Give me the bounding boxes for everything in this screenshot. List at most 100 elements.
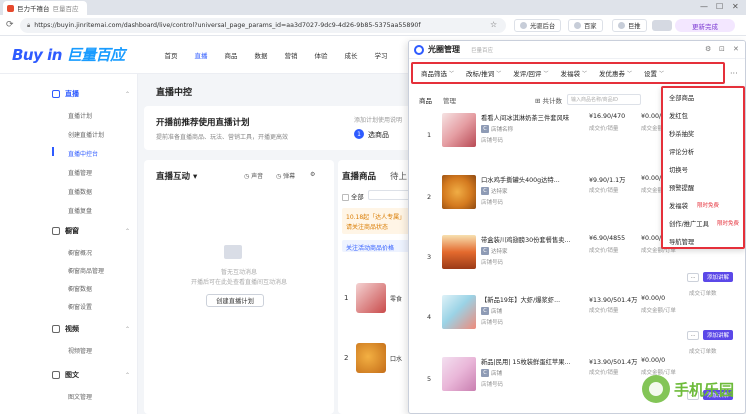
sidebar-item-live-manage[interactable]: 直播管理 — [68, 168, 92, 177]
menu-edit-words[interactable]: 改标/推词 ﹀ — [462, 66, 506, 80]
menu-fudai[interactable]: 发福袋 ﹀ — [556, 66, 592, 80]
topnav-item-goods[interactable]: 商品 — [216, 50, 246, 60]
settings-icon[interactable]: ⚙ — [705, 45, 711, 53]
video-icon — [52, 325, 60, 333]
tab-title: 巨力千禧台 — [17, 5, 50, 13]
chevron-down-icon: ﹀ — [626, 70, 632, 77]
row-more-button[interactable]: ... — [687, 273, 699, 282]
extension-icon — [618, 22, 625, 29]
empty-state-hint: 开播后可在此处查看直播间互动消息 — [190, 279, 287, 286]
danmu-toggle[interactable]: ◷ 弹幕 — [276, 171, 295, 180]
goods-card: 直播商品 待上 全部 10.18起「达人专属」 请关注商品状态 关注活动商品价格… — [338, 160, 418, 414]
topnav-item-experience[interactable]: 体验 — [306, 50, 336, 60]
sidebar-item-create-plan[interactable]: 创建直播计划 — [68, 130, 104, 139]
dropdown-option[interactable]: 发福袋 — [669, 201, 688, 210]
sound-toggle[interactable]: ◷ 声音 — [244, 171, 263, 180]
topnav-item-learn[interactable]: 学习 — [366, 50, 396, 60]
product-row[interactable]: 3 带盒装川鸡翅膀30份套餐售卖... C 达特家 店铺号码 ¥6.90/485… — [409, 229, 676, 287]
add-explain-button[interactable]: 添加讲解 — [703, 330, 733, 340]
sidebar-item-window-data[interactable]: 橱窗数据 — [68, 284, 92, 293]
plan-instruction-link[interactable]: 添加计划使用说明 — [354, 115, 402, 124]
sidebar-item-live-control[interactable]: 直播中控台 — [68, 149, 98, 158]
sidebar-item-window-goods[interactable]: 橱窗商品管理 — [68, 266, 104, 275]
select-all-checkbox[interactable]: 全部 — [342, 192, 364, 201]
topnav-item-marketing[interactable]: 营销 — [276, 50, 306, 60]
dropdown-option[interactable]: 导航管理 — [669, 237, 694, 246]
product-row[interactable]: 2 口水鸡手撕罐头400g达特... C 达特家 店铺号码 ¥9.90/1.1万… — [409, 169, 676, 227]
bookmark-star-icon[interactable]: ☆ — [490, 20, 497, 29]
panel-search-input[interactable]: 输入商品名称/商品ID — [567, 94, 641, 105]
step-label[interactable]: 选商品 — [368, 130, 389, 140]
dropdown-option[interactable]: 评论分析 — [669, 147, 694, 156]
empty-state-text: 暂无互动消息 — [220, 269, 257, 276]
topnav-item-home[interactable]: 首页 — [156, 50, 186, 60]
pin-icon[interactable]: ⊡ — [719, 45, 725, 53]
extension-button-baijia[interactable]: 百家 — [568, 19, 603, 32]
menu-comment[interactable]: 发评/回评 ﹀ — [509, 66, 553, 80]
dropdown-option[interactable]: 全部商品 — [669, 93, 694, 102]
product-shop: 店铺 — [491, 309, 503, 315]
product-row[interactable]: 5 新品|民用| 15枚装鲜蛋红苹果... C 店铺 店铺号码 ¥13.90/5… — [409, 351, 676, 409]
product-gmv: ¥0.00/0 — [641, 357, 666, 364]
sidebar-item-live-plan[interactable]: 直播计划 — [68, 111, 92, 120]
product-source: 店铺号码 — [481, 200, 504, 206]
interact-card: 直播互动 ▾ ◷ 声音 ◷ 弹幕 ⚙ 暂无互动消息 开播后可在此处查看直播间互动… — [144, 160, 334, 414]
create-plan-button[interactable]: 创建直播计划 — [206, 294, 264, 307]
sidebar-section-article[interactable]: 图文 ⌃ — [52, 370, 130, 380]
product-row[interactable]: 4 【新品19年】大虾/爆浆虾... C 店铺 店铺号码 ¥13.90/501.… — [409, 289, 676, 347]
menu-goods-filter[interactable]: 商品筛选 ﹀ — [417, 66, 459, 80]
goods-row[interactable]: 1 零食 — [344, 278, 406, 318]
interact-title[interactable]: 直播互动 ▾ — [156, 170, 197, 182]
product-shop: 店铺名称 — [491, 127, 514, 133]
minimize-icon[interactable]: — — [700, 2, 708, 11]
close-icon[interactable]: ✕ — [733, 45, 739, 53]
goods-subtitle[interactable]: 待上 — [390, 170, 407, 182]
info-line: 关注活动商品价格 — [346, 245, 395, 252]
product-source: 店铺号码 — [481, 320, 504, 326]
tool-manage-label[interactable]: 管理 — [443, 95, 456, 105]
sidebar-section-live[interactable]: 直播 ⌃ — [52, 89, 130, 99]
product-thumbnail — [442, 113, 476, 147]
menu-settings[interactable]: 设置 ﹀ — [640, 66, 669, 80]
product-price: ¥16.90/470 — [589, 113, 626, 120]
close-window-icon[interactable]: ✕ — [732, 2, 739, 11]
sidebar-section-window[interactable]: 橱窗 ⌃ — [52, 226, 130, 236]
dropdown-option[interactable]: 创作/推广工具 — [669, 219, 709, 228]
menu-coupon[interactable]: 发优惠券 ﹀ — [595, 66, 637, 80]
url-input[interactable]: 🔒︎ https://buyin.jinritemai.com/dashboar… — [20, 18, 506, 33]
limited-free-tag: 限时免费 — [717, 221, 740, 227]
product-thumbnail — [442, 235, 476, 269]
chevron-up-icon: ⌃ — [125, 227, 131, 235]
sidebar-item-article-manage[interactable]: 图文管理 — [68, 392, 92, 401]
tool-goods-label[interactable]: 商品 — [419, 95, 432, 105]
sidebar-item-window-overview[interactable]: 橱窗概况 — [68, 248, 92, 257]
profile-avatar[interactable] — [652, 20, 672, 31]
update-button[interactable]: 更新完成 — [675, 19, 735, 32]
goods-row[interactable]: 2 口水 — [344, 338, 406, 378]
topnav-item-data[interactable]: 数据 — [246, 50, 276, 60]
maximize-icon[interactable]: ☐ — [716, 2, 723, 11]
browser-tab[interactable]: 巨力千禧台 巨量百应 — [3, 1, 87, 15]
row-more-button[interactable]: ... — [687, 331, 699, 340]
live-icon — [52, 90, 60, 98]
more-icon[interactable]: ··· — [730, 69, 738, 78]
tool-count-label[interactable]: ⊞ 共计数 — [535, 95, 562, 105]
sidebar-item-live-data[interactable]: 直播数据 — [68, 187, 92, 196]
sidebar-item-window-settings[interactable]: 橱窗设置 — [68, 302, 92, 311]
extension-button-guangquan[interactable]: 光驱后台 — [514, 19, 562, 32]
add-explain-button[interactable]: 添加讲解 — [703, 272, 733, 282]
topnav-item-growth[interactable]: 成长 — [336, 50, 366, 60]
settings-icon[interactable]: ⚙ — [310, 171, 315, 178]
product-row[interactable]: 1 看看人间冰淇淋奶茶三件套风味 C 店铺名称 店铺号码 ¥16.90/470 … — [409, 107, 676, 165]
dropdown-option[interactable]: 切换号 — [669, 165, 688, 174]
sidebar-item-video-manage[interactable]: 视频管理 — [68, 346, 92, 355]
buyin-logo[interactable]: Buy in 巨量百应 — [12, 44, 125, 65]
dropdown-option[interactable]: 发红包 — [669, 111, 688, 120]
sidebar-section-video[interactable]: 视频 ⌃ — [52, 324, 130, 334]
reload-icon[interactable]: ⟳ — [6, 20, 14, 30]
extension-button-jutui[interactable]: 巨推 — [612, 19, 647, 32]
dropdown-option[interactable]: 预警提醒 — [669, 183, 694, 192]
sidebar-item-live-review[interactable]: 直播复盘 — [68, 206, 92, 215]
dropdown-option[interactable]: 秒杀抽奖 — [669, 129, 694, 138]
topnav-item-live[interactable]: 直播 — [186, 50, 216, 60]
